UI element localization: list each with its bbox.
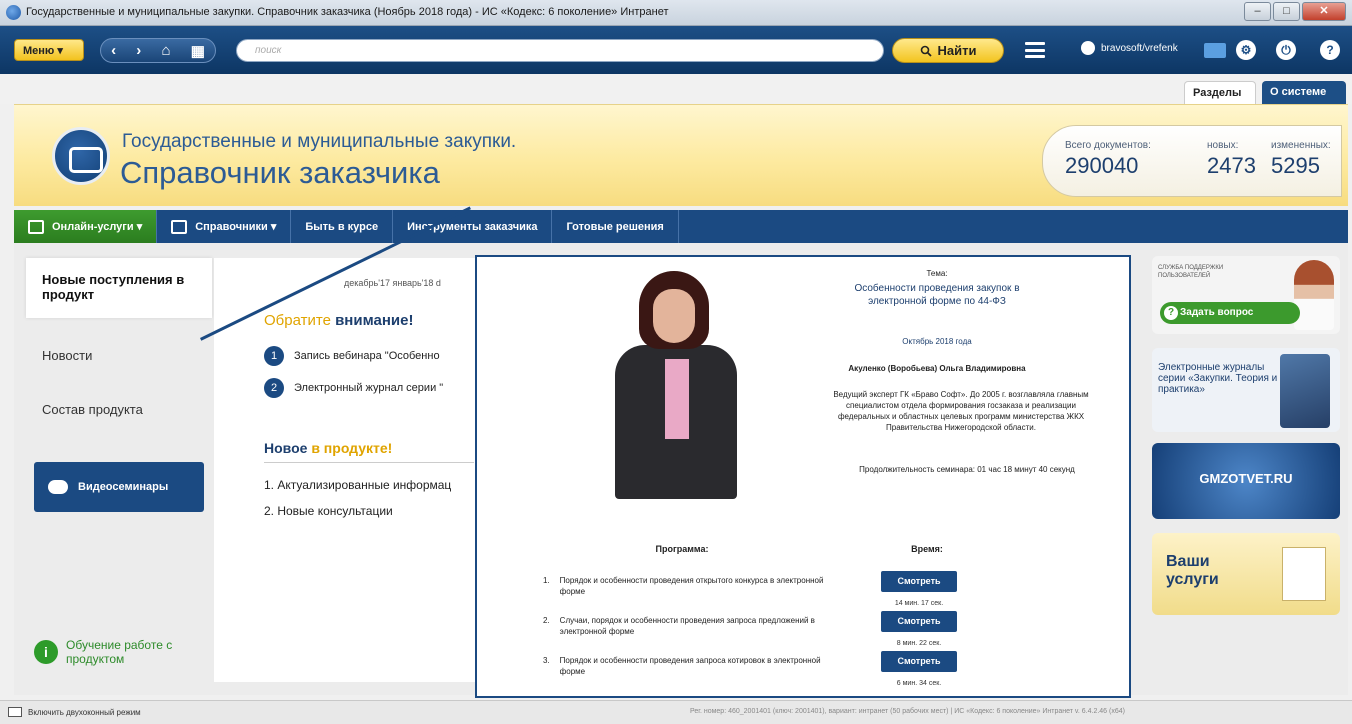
- nav-customer-tools[interactable]: Инструменты заказчика: [393, 210, 553, 243]
- sidebar-item-composition[interactable]: Состав продукта: [26, 402, 212, 417]
- monitor-icon: [28, 219, 44, 234]
- attention-heading: Обратите внимание!: [264, 312, 414, 329]
- watch-button[interactable]: Смотреть: [881, 571, 957, 592]
- user-icon: [1081, 41, 1095, 55]
- support-card[interactable]: СЛУЖБА ПОДДЕРЖКИ ПОЛЬЗОВАТЕЛЕЙ Задать во…: [1152, 256, 1340, 334]
- stat-total[interactable]: Всего документов: 290040: [1065, 140, 1151, 179]
- support-agent-image: [1294, 260, 1334, 330]
- learn-product-link[interactable]: i Обучение работе с продуктом: [34, 638, 176, 666]
- product-banner: Государственные и муниципальные закупки.…: [14, 104, 1348, 206]
- sidebar-item-new-arrivals[interactable]: Новые поступления в продукт: [26, 258, 212, 318]
- time-label: Время:: [911, 544, 943, 554]
- envelope-icon: [1282, 547, 1326, 601]
- info-icon: i: [34, 640, 58, 664]
- document-stats: Всего документов: 290040 новых: 2473 изм…: [1042, 125, 1342, 197]
- webinar-date: Октябрь 2018 года: [902, 337, 972, 346]
- tab-sections[interactable]: Разделы: [1184, 81, 1256, 104]
- settings-icon[interactable]: ⚙: [1236, 40, 1256, 60]
- dual-window-toggle[interactable]: Включить двухоконный режим: [8, 707, 141, 717]
- folder-icon[interactable]: [1204, 43, 1226, 58]
- your-services-text: Ваши услуги: [1166, 553, 1219, 588]
- program-label: Программа:: [655, 544, 709, 554]
- tab-about[interactable]: О системе: [1262, 81, 1346, 104]
- search-input[interactable]: поиск: [236, 39, 884, 62]
- close-button[interactable]: ✕: [1302, 2, 1346, 21]
- banner-title: Справочник заказчика: [120, 155, 440, 190]
- dual-window-icon: [8, 707, 22, 717]
- watch-button[interactable]: Смотреть: [881, 651, 957, 672]
- minimize-button[interactable]: –: [1244, 2, 1271, 21]
- user-name: bravosoft/vrefenk: [1101, 42, 1178, 54]
- maximize-button[interactable]: □: [1273, 2, 1300, 21]
- window-title-bar: Государственные и муниципальные закупки.…: [0, 0, 1352, 26]
- main-navigation: Онлайн-услуги ▾ Справочники ▾ Быть в кур…: [14, 210, 1348, 243]
- new-item[interactable]: 1. Актуализированные информац: [264, 478, 451, 492]
- journals-text: Электронные журналы серии «Закупки. Теор…: [1158, 362, 1278, 395]
- center-panel: декабрь'17 январь'18 d Обратите внимание…: [214, 258, 476, 682]
- theme-title: Особенности проведения закупок в электро…: [854, 283, 1020, 307]
- nav-ready-solutions[interactable]: Готовые решения: [552, 210, 679, 243]
- watch-button[interactable]: Смотреть: [881, 611, 957, 632]
- your-services-card[interactable]: Ваши услуги: [1152, 533, 1340, 615]
- find-button[interactable]: Найти: [892, 38, 1004, 63]
- main-toolbar: Меню ▾ ‹ › ⌂ ▦ поиск Найти bravosoft/vre…: [0, 26, 1352, 74]
- gmzotvet-text: GMZOTVET.RU: [1199, 471, 1293, 486]
- program-topic: 1. Порядок и особенности проведения откры…: [543, 576, 824, 596]
- chat-icon: [48, 480, 68, 494]
- user-account[interactable]: bravosoft/vrefenk: [1081, 41, 1178, 55]
- journals-card[interactable]: Электронные журналы серии «Закупки. Теор…: [1152, 348, 1340, 432]
- window-controls: – □ ✕: [1244, 2, 1346, 21]
- forward-icon[interactable]: ›: [136, 42, 141, 59]
- topic-duration: 8 мин. 22 сек.: [896, 640, 942, 647]
- program-topic: 3. Порядок и особенности проведения запро…: [543, 656, 821, 676]
- back-icon[interactable]: ‹: [111, 42, 116, 59]
- nav-stay-informed[interactable]: Быть в курсе: [291, 210, 394, 243]
- book-icon: [171, 219, 188, 234]
- topic-duration: 6 мин. 34 сек.: [896, 680, 942, 687]
- banner-subtitle: Государственные и муниципальные закупки.: [122, 131, 517, 152]
- program-topic: 2. Случаи, порядок и особенности проведен…: [543, 616, 815, 636]
- search-icon: [920, 45, 932, 57]
- power-icon[interactable]: ⏻: [1276, 40, 1296, 60]
- new-in-product-heading: Новое в продукте!: [264, 440, 393, 456]
- support-label: СЛУЖБА ПОДДЕРЖКИ ПОЛЬЗОВАТЕЛЕЙ: [1158, 265, 1224, 279]
- speaker-name: Акуленко (Воробьева) Ольга Владимировна: [848, 364, 1026, 373]
- window-title: Государственные и муниципальные закупки.…: [26, 6, 669, 18]
- attention-item[interactable]: 2 Электронный журнал серии ": [264, 378, 443, 398]
- attention-item[interactable]: 1 Запись вебинара "Особенно: [264, 346, 440, 366]
- menu-button[interactable]: Меню ▾: [14, 39, 84, 61]
- find-label: Найти: [937, 43, 977, 58]
- stat-new[interactable]: новых: 2473: [1207, 140, 1256, 179]
- gmzotvet-card[interactable]: GMZOTVET.RU: [1152, 443, 1340, 519]
- nav-directories[interactable]: Справочники ▾: [157, 210, 292, 243]
- webinar-popup: Тема: Особенности проведения закупок в э…: [475, 255, 1131, 698]
- stat-changed[interactable]: измененных: 5295: [1271, 140, 1331, 179]
- topic-duration: 14 мин. 17 сек.: [894, 600, 944, 607]
- registration-info: Рег. номер: 460_2001401 (ключ: 2001401),…: [690, 708, 1125, 715]
- speaker-photo: [615, 271, 737, 499]
- sidebar-item-news[interactable]: Новости: [26, 348, 212, 363]
- grid-icon[interactable]: ▦: [191, 42, 205, 60]
- ask-question-button[interactable]: Задать вопрос: [1160, 302, 1300, 324]
- month-selector[interactable]: декабрь'17 январь'18 d: [344, 278, 441, 288]
- home-icon[interactable]: ⌂: [161, 42, 170, 59]
- speaker-bio: Ведущий эксперт ГК «Браво Софт». До 2005…: [833, 390, 1089, 432]
- hamburger-menu-icon[interactable]: [1025, 42, 1045, 58]
- theme-label: Тема:: [926, 269, 948, 278]
- wallet-icon: [52, 127, 110, 185]
- nav-buttons: ‹ › ⌂ ▦: [100, 38, 216, 63]
- status-bar: Включить двухоконный режим Рег. номер: 4…: [0, 700, 1352, 724]
- app-icon: [6, 5, 21, 20]
- new-item[interactable]: 2. Новые консультации: [264, 504, 393, 518]
- help-icon[interactable]: ?: [1320, 40, 1340, 60]
- left-sidebar: Новые поступления в продукт Новости Сост…: [26, 258, 212, 678]
- nav-online-services[interactable]: Онлайн-услуги ▾: [14, 210, 158, 243]
- divider: [264, 462, 474, 463]
- tabs-row: Разделы О системе: [0, 74, 1352, 104]
- journals-image: [1280, 354, 1330, 428]
- sidebar-item-video-seminars[interactable]: Видеосеминары: [34, 462, 204, 512]
- seminar-duration: Продолжительность семинара: 01 час 18 ми…: [859, 465, 1075, 474]
